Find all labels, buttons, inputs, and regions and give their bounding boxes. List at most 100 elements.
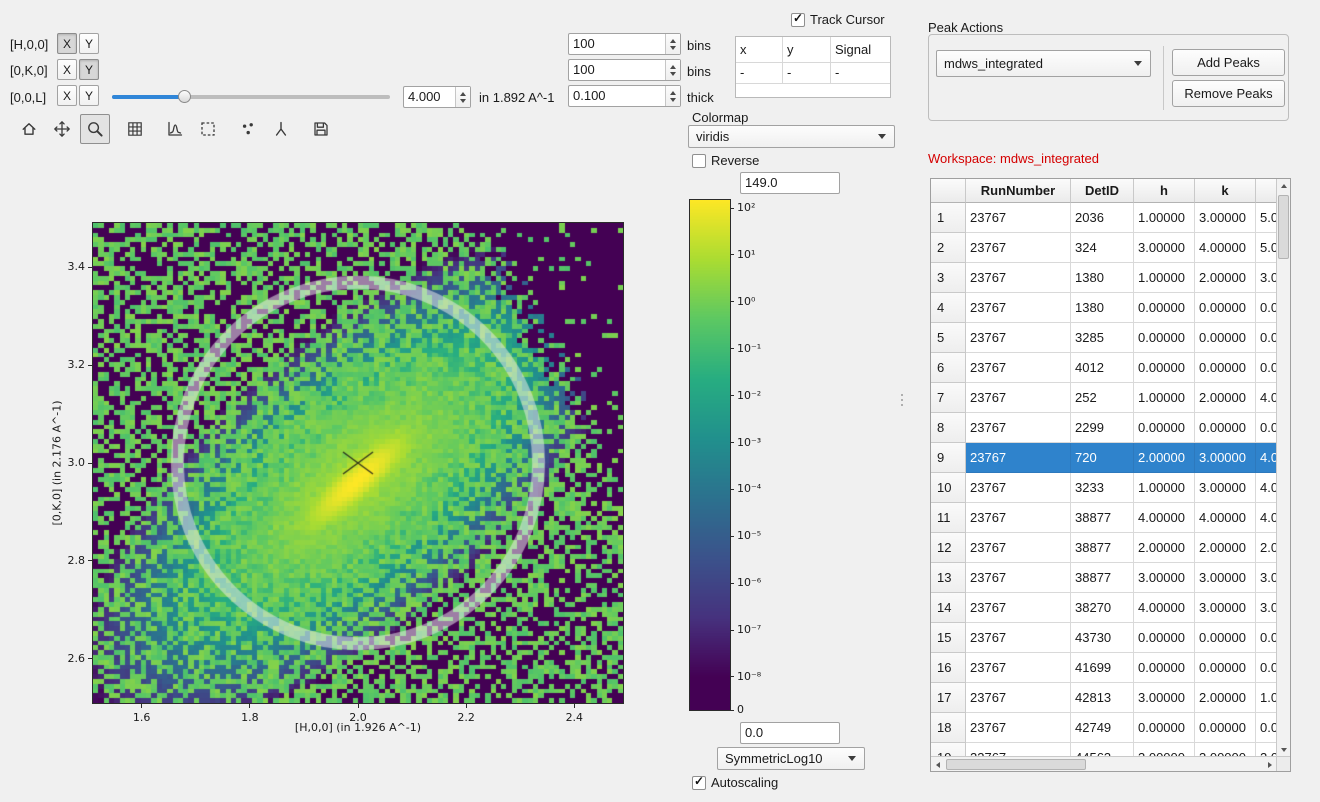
- peaks-table-row[interactable]: 102376732331.000003.000004.00000: [931, 473, 1276, 503]
- k-cell[interactable]: 0.00000: [1195, 653, 1256, 683]
- k-cell[interactable]: 0.00000: [1195, 353, 1256, 383]
- scale-combo[interactable]: SymmetricLog10: [717, 747, 865, 770]
- run-number-cell[interactable]: 23767: [966, 263, 1071, 293]
- detid-cell[interactable]: 252: [1071, 383, 1134, 413]
- peaks-workspace-combo[interactable]: mdws_integrated: [936, 50, 1151, 77]
- peaks-table-row[interactable]: 32376713801.000002.000003.00000: [931, 263, 1276, 293]
- run-number-cell[interactable]: 23767: [966, 383, 1071, 413]
- h-cell[interactable]: 1.00000: [1134, 473, 1195, 503]
- run-number-cell[interactable]: 23767: [966, 503, 1071, 533]
- colorbar[interactable]: [690, 200, 730, 710]
- peaks-table-row[interactable]: 2237673243.000004.000005.00000: [931, 233, 1276, 263]
- l-cell[interactable]: 4.00000: [1256, 443, 1276, 473]
- detid-cell[interactable]: 38270: [1071, 593, 1134, 623]
- splitter-handle[interactable]: [901, 399, 903, 401]
- slice-slider[interactable]: [112, 87, 390, 107]
- autoscaling-checkbox[interactable]: [692, 776, 706, 790]
- l-cell[interactable]: 4.00000: [1256, 473, 1276, 503]
- dim-h-y-button[interactable]: Y: [79, 33, 99, 54]
- track-cursor-checkbox[interactable]: [791, 13, 805, 27]
- detid-cell[interactable]: 4012: [1071, 353, 1134, 383]
- k-cell[interactable]: 2.00000: [1195, 683, 1256, 713]
- peaks-table-row[interactable]: 1323767388773.000003.000003.00000: [931, 563, 1276, 593]
- run-number-cell[interactable]: 23767: [966, 593, 1071, 623]
- k-cell[interactable]: 0.00000: [1195, 623, 1256, 653]
- k-cell[interactable]: 3.00000: [1195, 563, 1256, 593]
- run-number-cell[interactable]: 23767: [966, 653, 1071, 683]
- home-button[interactable]: [14, 114, 44, 144]
- spin-down-icon[interactable]: [460, 99, 466, 103]
- detid-cell[interactable]: 3285: [1071, 323, 1134, 353]
- h-cell[interactable]: 1.00000: [1134, 263, 1195, 293]
- scroll-right-button[interactable]: [1263, 758, 1276, 771]
- detid-cell[interactable]: 43730: [1071, 623, 1134, 653]
- spinbox-arrows[interactable]: [455, 87, 470, 107]
- scroll-up-button[interactable]: [1277, 179, 1290, 192]
- k-cell[interactable]: 0.00000: [1195, 413, 1256, 443]
- peaks-table-row[interactable]: 42376713800.000000.000000.00000: [931, 293, 1276, 323]
- scroll-left-button[interactable]: [931, 758, 944, 771]
- peaks-table-row[interactable]: 82376722990.000000.000000.00000: [931, 413, 1276, 443]
- h-cell[interactable]: 1.00000: [1134, 203, 1195, 233]
- k-cell[interactable]: 0.00000: [1195, 293, 1256, 323]
- peaks-table-row[interactable]: 1223767388772.000002.000002.00000: [931, 533, 1276, 563]
- peaks-table-row[interactable]: 1823767427490.000000.000000.00000: [931, 713, 1276, 743]
- l-cell[interactable]: 0.00000: [1256, 653, 1276, 683]
- peaks-table-row[interactable]: 52376732850.000000.000000.00000: [931, 323, 1276, 353]
- pan-button[interactable]: [47, 114, 77, 144]
- add-peaks-button[interactable]: Add Peaks: [1172, 49, 1285, 76]
- peaks-table-row[interactable]: 1923767445633.000003.000002.00000: [931, 743, 1276, 756]
- non-orthogonal-axes-button[interactable]: [266, 114, 296, 144]
- detid-cell[interactable]: 38877: [1071, 563, 1134, 593]
- k-cell[interactable]: 3.00000: [1195, 203, 1256, 233]
- run-number-cell[interactable]: 23767: [966, 323, 1071, 353]
- l-cell[interactable]: 0.00000: [1256, 623, 1276, 653]
- h-cell[interactable]: 0.00000: [1134, 623, 1195, 653]
- l-cell[interactable]: 3.00000: [1256, 263, 1276, 293]
- dim-l-x-button[interactable]: X: [57, 85, 77, 106]
- detid-cell[interactable]: 41699: [1071, 653, 1134, 683]
- h-cell[interactable]: 0.00000: [1134, 293, 1195, 323]
- slice-heatmap-canvas[interactable]: [93, 223, 623, 703]
- spin-up-icon[interactable]: [670, 65, 676, 69]
- peaks-table-row[interactable]: 7237672521.000002.000004.00000: [931, 383, 1276, 413]
- h-cell[interactable]: 0.00000: [1134, 653, 1195, 683]
- h-cell[interactable]: 4.00000: [1134, 503, 1195, 533]
- run-number-cell[interactable]: 23767: [966, 413, 1071, 443]
- h-cell[interactable]: 0.00000: [1134, 323, 1195, 353]
- l-cell[interactable]: 2.00000: [1256, 533, 1276, 563]
- k-cell[interactable]: 4.00000: [1195, 503, 1256, 533]
- detid-cell[interactable]: 42813: [1071, 683, 1134, 713]
- run-number-cell[interactable]: 23767: [966, 623, 1071, 653]
- h-cell[interactable]: 1.00000: [1134, 383, 1195, 413]
- detid-cell[interactable]: 3233: [1071, 473, 1134, 503]
- l-header[interactable]: l: [1256, 179, 1276, 203]
- dim-k-x-button[interactable]: X: [57, 59, 77, 80]
- h-cell[interactable]: 0.00000: [1134, 353, 1195, 383]
- l-cell[interactable]: 4.00000: [1256, 383, 1276, 413]
- h-cell[interactable]: 0.00000: [1134, 713, 1195, 743]
- spin-down-icon[interactable]: [670, 46, 676, 50]
- thickness-spinbox[interactable]: 0.100: [568, 85, 681, 107]
- h-cell[interactable]: 3.00000: [1134, 743, 1195, 756]
- peaks-table-row[interactable]: 9237677202.000003.000004.00000: [931, 443, 1276, 473]
- run-number-cell[interactable]: 23767: [966, 473, 1071, 503]
- reverse-checkbox[interactable]: [692, 154, 706, 168]
- k-cell[interactable]: 0.00000: [1195, 323, 1256, 353]
- bins-y-spinbox[interactable]: 100: [568, 59, 681, 81]
- splitter-handle[interactable]: [901, 394, 903, 396]
- peaks-table-row[interactable]: 1723767428133.000002.000001.00000: [931, 683, 1276, 713]
- colormap-combo[interactable]: viridis: [688, 125, 895, 148]
- k-header[interactable]: k: [1195, 179, 1256, 203]
- h-cell[interactable]: 0.00000: [1134, 413, 1195, 443]
- spin-up-icon[interactable]: [460, 92, 466, 96]
- l-cell[interactable]: 3.00000: [1256, 563, 1276, 593]
- detid-cell[interactable]: 42749: [1071, 713, 1134, 743]
- peaks-table-row[interactable]: 1123767388774.000004.000004.00000: [931, 503, 1276, 533]
- dim-k-y-button[interactable]: Y: [79, 59, 99, 80]
- spin-down-icon[interactable]: [670, 72, 676, 76]
- h-cell[interactable]: 2.00000: [1134, 443, 1195, 473]
- run-number-cell[interactable]: 23767: [966, 203, 1071, 233]
- l-cell[interactable]: 4.00000: [1256, 503, 1276, 533]
- detid-header[interactable]: DetID: [1071, 179, 1134, 203]
